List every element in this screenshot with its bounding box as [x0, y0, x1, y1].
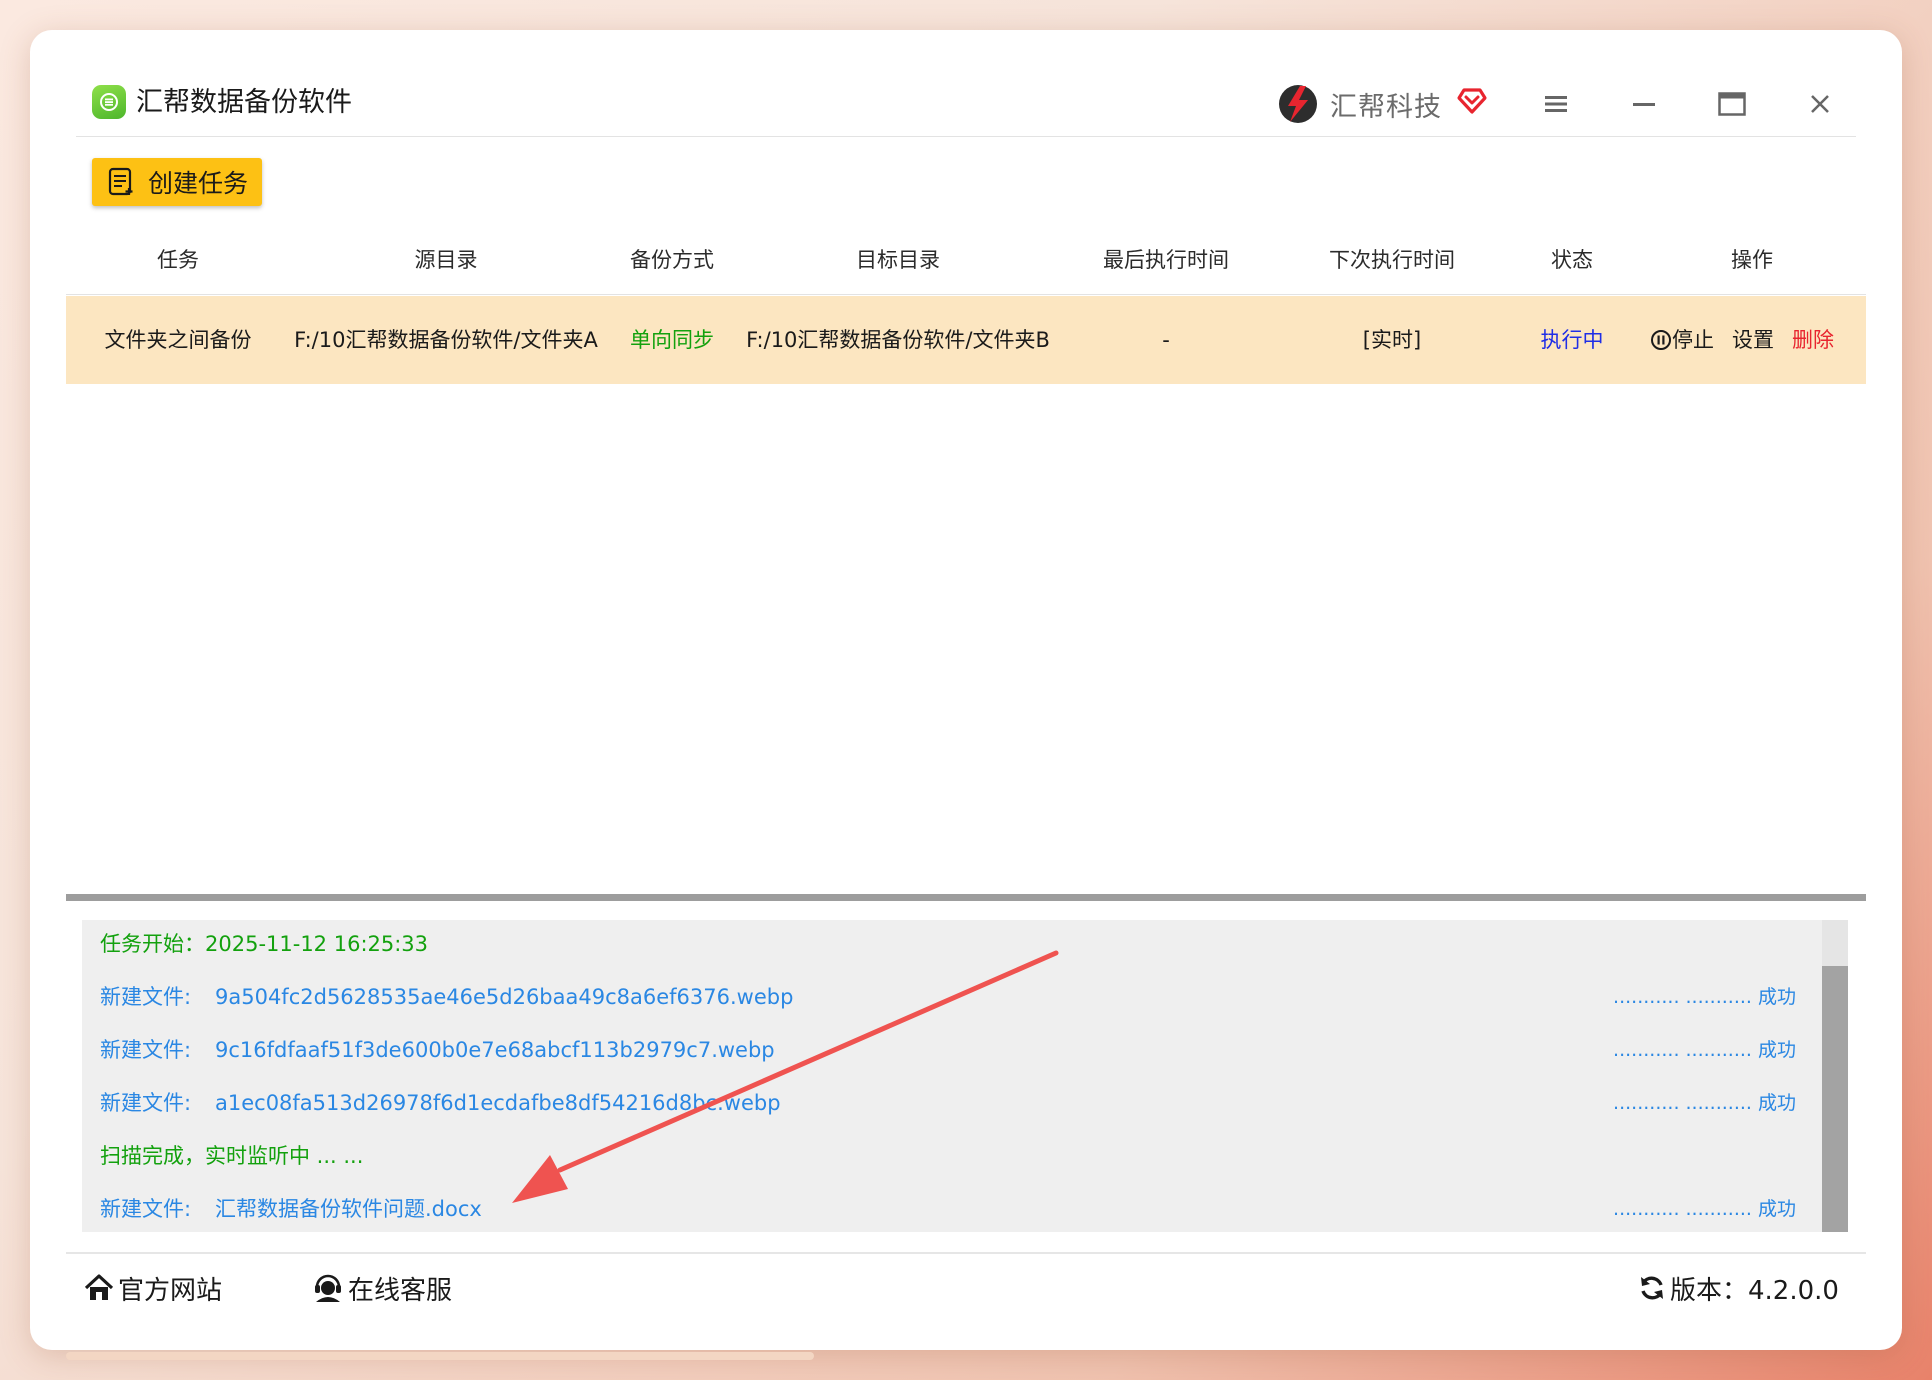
task-table-header: 任务 源目录 备份方式 目标目录 最后执行时间 下次执行时间 状态 操作 [66, 226, 1866, 295]
create-task-label: 创建任务 [148, 169, 249, 198]
online-support-label: 在线客服 [348, 1275, 453, 1306]
app-window: 汇帮数据备份软件 汇帮科技 创建任务 任务 源目录 备份方式 目标目录 最后执行… [66, 58, 1866, 1326]
maximize-button[interactable] [1712, 86, 1752, 122]
col-header-target: 目标目录 [856, 248, 940, 272]
log-line-file: 新建文件: 汇帮数据备份软件问题.docx [100, 1195, 482, 1223]
footer-bar: 官方网站 在线客服 版本：4.2.0.0 [66, 1252, 1866, 1328]
log-result: ........... ........... 成功 [1613, 1198, 1796, 1220]
pause-circle-icon [1651, 330, 1671, 350]
cell-source-dir: F:/10汇帮数据备份软件/文件夹A [294, 328, 598, 352]
cell-last-run: - [1162, 328, 1170, 352]
brand-logo-icon [1276, 82, 1320, 126]
log-scrollbar-thumb[interactable] [1822, 966, 1848, 1232]
stop-label: 停止 [1672, 328, 1714, 352]
cell-backup-mode: 单向同步 [630, 328, 714, 352]
log-result: ........... ........... 成功 [1613, 1092, 1796, 1114]
minimize-button[interactable] [1624, 86, 1664, 122]
log-panel: 任务开始：2025-11-12 16:25:33 新建文件: 9a504fc2d5… [82, 920, 1848, 1232]
panel-splitter[interactable] [66, 894, 1866, 901]
col-header-source: 源目录 [414, 248, 478, 272]
log-line-scan-complete: 扫描完成，实时监听中 ... ... [100, 1144, 364, 1168]
col-header-mode: 备份方式 [630, 248, 714, 272]
create-task-button[interactable]: 创建任务 [92, 158, 262, 206]
close-icon [1811, 95, 1829, 113]
title-bar: 汇帮数据备份软件 汇帮科技 [76, 72, 1856, 137]
app-logo-icon [92, 85, 126, 119]
delete-button[interactable]: 删除 [1792, 296, 1834, 384]
log-file-name: 9c16fdfaaf51f3de600b0e7e68abcf113b2979c7… [215, 1038, 775, 1062]
col-header-actions: 操作 [1731, 248, 1773, 272]
log-line-file: 新建文件: 9a504fc2d5628535ae46e5d26baa49c8a6e… [100, 983, 793, 1011]
stop-button[interactable]: 停止 [1650, 296, 1714, 384]
log-label: 新建文件: [100, 1197, 192, 1221]
cell-status: 执行中 [1540, 328, 1604, 352]
col-header-task: 任务 [157, 248, 199, 272]
version-check-button[interactable]: 版本：4.2.0.0 [1638, 1268, 1839, 1308]
menu-button[interactable] [1536, 86, 1576, 122]
log-line-file: 新建文件: 9c16fdfaaf51f3de600b0e7e68abcf113b2… [100, 1036, 775, 1064]
card-edge-strip [66, 1352, 814, 1360]
version-label: 版本：4.2.0.0 [1670, 1275, 1839, 1306]
log-file-name: 9a504fc2d5628535ae46e5d26baa49c8a6ef6376… [215, 985, 794, 1009]
online-support-link[interactable]: 在线客服 [312, 1268, 452, 1308]
table-row[interactable]: 文件夹之间备份 F:/10汇帮数据备份软件/文件夹A 单向同步 F:/10汇帮数… [66, 296, 1866, 384]
refresh-icon [1641, 1276, 1663, 1300]
minimize-icon [1633, 103, 1655, 106]
log-file-name: a1ec08fa513d26978f6d1ecdafbe8df54216d8bc… [215, 1091, 781, 1115]
cell-next-run: [实时] [1362, 328, 1422, 352]
official-website-label: 官方网站 [118, 1275, 223, 1306]
log-label: 新建文件: [100, 1038, 192, 1062]
log-label: 新建文件: [100, 1091, 192, 1115]
hamburger-icon [1545, 96, 1567, 112]
maximize-icon [1718, 92, 1746, 116]
log-file-name: 汇帮数据备份软件问题.docx [215, 1197, 482, 1221]
settings-button[interactable]: 设置 [1732, 296, 1774, 384]
col-header-next-run: 下次执行时间 [1329, 248, 1455, 272]
log-line-file: 新建文件: a1ec08fa513d26978f6d1ecdafbe8df5421… [100, 1089, 781, 1117]
brand-name: 汇帮科技 [1330, 91, 1442, 123]
col-header-status: 状态 [1551, 248, 1593, 272]
log-result: ........... ........... 成功 [1613, 1039, 1796, 1061]
col-header-last-run: 最后执行时间 [1103, 248, 1229, 272]
official-website-link[interactable]: 官方网站 [84, 1268, 222, 1308]
home-icon [84, 1274, 114, 1300]
log-label: 新建文件: [100, 985, 192, 1009]
cell-target-dir: F:/10汇帮数据备份软件/文件夹B [746, 328, 1050, 352]
brand-area: 汇帮科技 [1276, 80, 1488, 128]
task-list-icon [108, 167, 133, 196]
customer-service-icon [315, 1274, 341, 1302]
vip-heart-icon[interactable] [1456, 84, 1488, 116]
app-title: 汇帮数据备份软件 [136, 87, 352, 118]
cell-task-name: 文件夹之间备份 [104, 328, 252, 352]
log-line-start: 任务开始：2025-11-12 16:25:33 [100, 932, 429, 956]
close-button[interactable] [1800, 86, 1840, 122]
log-result: ........... ........... 成功 [1613, 986, 1796, 1008]
